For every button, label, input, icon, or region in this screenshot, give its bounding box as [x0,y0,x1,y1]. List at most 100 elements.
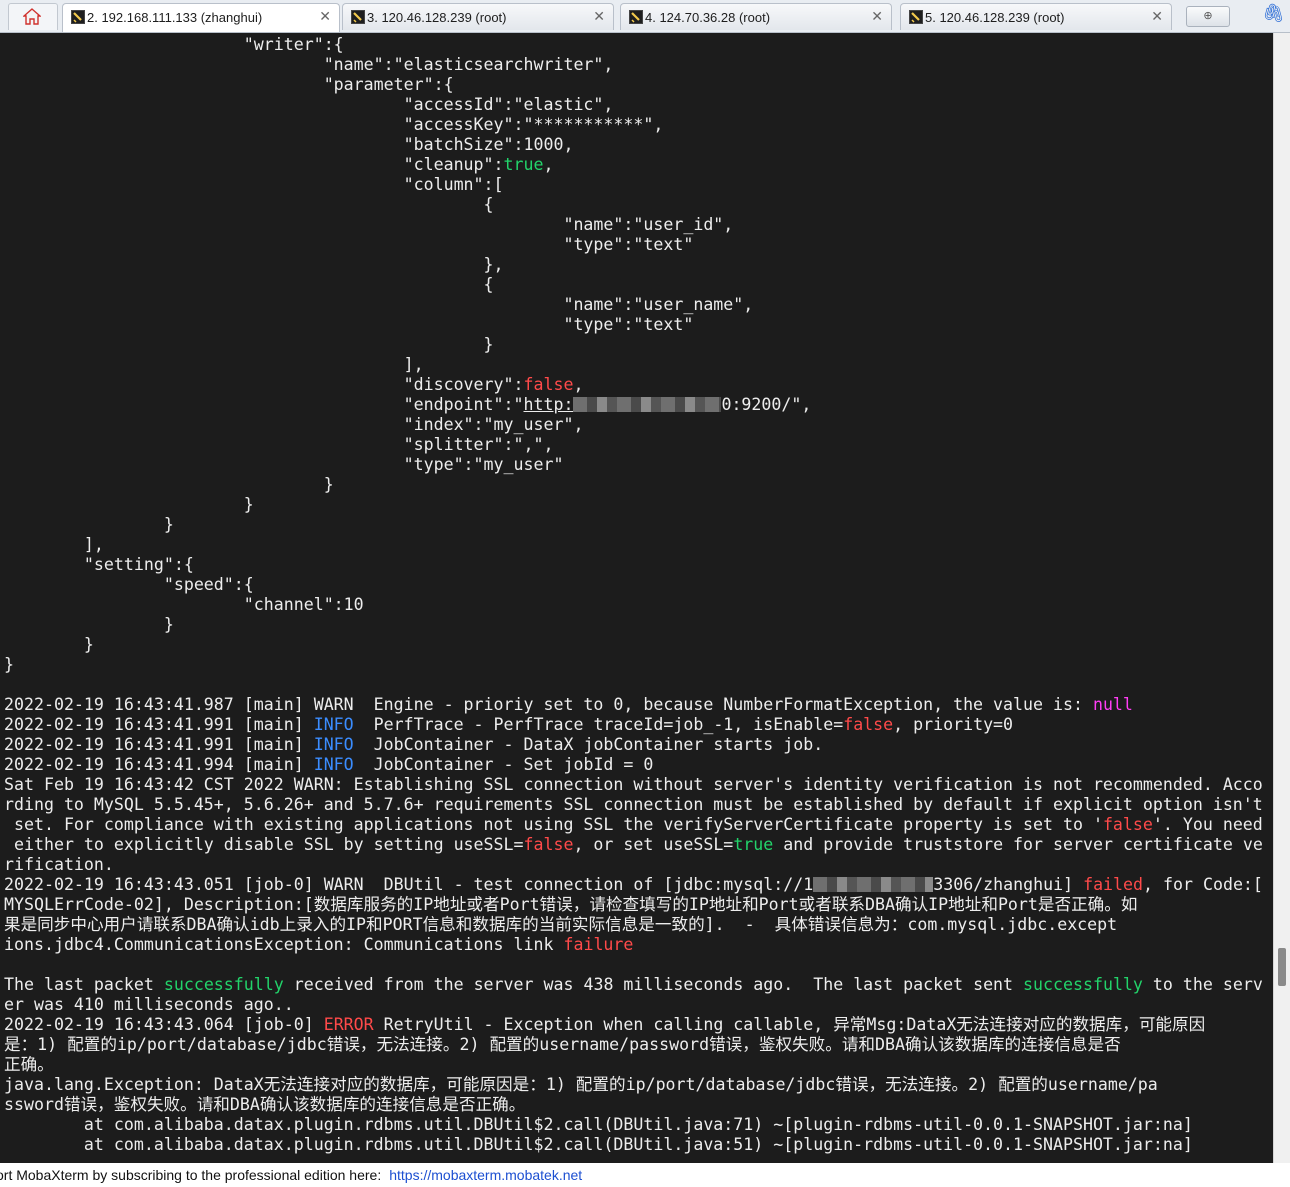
terminal-line: 正确。 [4,1055,1263,1075]
terminal-line: "column":[ [4,175,1263,195]
terminal-line: } [4,335,1263,355]
terminal-text: , [543,155,554,174]
terminal-line: 2022-02-19 16:43:41.991 [main] INFO JobC… [4,735,1263,755]
terminal-text: "parameter":{ [4,75,454,94]
terminal-text: } [4,475,334,494]
terminal-line: set. For compliance with existing applic… [4,815,1263,835]
close-icon[interactable]: ✕ [871,8,883,25]
terminal-text: } [4,335,494,354]
session-tab-5[interactable]: 5. 120.46.128.239 (root) ✕ [900,3,1172,30]
paperclip-icon[interactable]: 🖇 [1262,3,1285,24]
terminal-text: java.lang.Exception: DataX无法连接对应的数据库，可能原… [4,1075,1158,1094]
terminal-text: 2022-02-19 16:43:43.064 [job-0] [4,1015,324,1034]
vertical-scrollbar[interactable] [1273,33,1290,1163]
close-icon[interactable]: ✕ [593,8,605,25]
terminal-text: INFO [313,715,354,734]
terminal-line: "name":"elasticsearchwriter", [4,55,1263,75]
terminal-text: "type":"text" [4,315,694,334]
home-icon [23,8,41,25]
terminal-text: "name":"user_name", [4,295,754,314]
terminal-text: ions.jdbc4.CommunicationsException: Comm… [4,935,564,954]
terminal-text: 2022-02-19 16:43:41.991 [main] [4,735,314,754]
ssh-terminal-icon [629,10,643,24]
terminal-line: java.lang.Exception: DataX无法连接对应的数据库，可能原… [4,1075,1263,1095]
terminal-line: "index":"my_user", [4,415,1263,435]
new-tab-button[interactable]: ⊕ [1186,6,1230,27]
terminal-text: "splitter":",", [4,435,554,454]
terminal-line: "cleanup":true, [4,155,1263,175]
terminal-line: 2022-02-19 16:43:43.064 [job-0] ERROR Re… [4,1015,1263,1035]
terminal-text: "cleanup": [4,155,504,174]
terminal-text: http: [523,395,574,414]
terminal-text: , for Code:[ [1143,875,1263,894]
close-icon[interactable]: ✕ [1151,8,1163,25]
redacted-ip [813,877,934,892]
terminal-line: MYSQLErrCode-02], Description:[数据库服务的IP地… [4,895,1263,915]
terminal-line: "name":"user_name", [4,295,1263,315]
terminal-line: ions.jdbc4.CommunicationsException: Comm… [4,935,1263,955]
terminal-line: } [4,475,1263,495]
terminal-text: } [4,655,14,674]
terminal-text: } [4,635,94,654]
terminal-line: } [4,655,1263,675]
terminal-text: JobContainer - DataX jobContainer starts… [353,735,824,754]
terminal-line: { [4,275,1263,295]
terminal-text: "accessKey":"***********", [4,115,664,134]
terminal-line: "accessId":"elastic", [4,95,1263,115]
terminal-line: 2022-02-19 16:43:41.987 [main] WARN Engi… [4,695,1263,715]
terminal-line: 2022-02-19 16:43:43.051 [job-0] WARN DBU… [4,875,1263,895]
session-tab-3[interactable]: 3. 120.46.128.239 (root) ✕ [342,3,614,30]
mobaxterm-link[interactable]: https://mobaxterm.mobatek.net [389,1167,582,1183]
terminal-text: PerfTrace - PerfTrace traceId=job_-1, is… [353,715,844,734]
terminal-text: , or set useSSL= [573,835,734,854]
terminal-output[interactable]: "writer":{ "name":"elasticsearchwriter",… [0,33,1273,1163]
terminal-text: "type":"text" [4,235,694,254]
close-icon[interactable]: ✕ [319,8,331,25]
terminal-line: 2022-02-19 16:43:41.991 [main] INFO Perf… [4,715,1263,735]
terminal-text: "index":"my_user", [4,415,584,434]
terminal-text: "accessId":"elastic", [4,95,614,114]
terminal-text: { [4,275,494,294]
terminal-text: } [4,615,174,634]
terminal-text: ], [4,355,424,374]
terminal-text: er was 410 milliseconds ago.. [4,995,294,1014]
terminal-line: er was 410 milliseconds ago.. [4,995,1263,1015]
redacted-ip [573,397,722,412]
terminal-text: , priority=0 [893,715,1014,734]
terminal-text: Sat Feb 19 16:43:42 CST 2022 WARN: Estab… [4,775,1263,794]
home-tab[interactable] [8,3,58,30]
terminal-text: either to explicitly disable SSL by sett… [4,835,524,854]
terminal-line: ssword错误，鉴权失败。请和DBA确认该数据库的连接信息是否正确。 [4,1095,1263,1115]
scrollbar-thumb[interactable] [1278,948,1286,986]
terminal-line: rification. [4,855,1263,875]
terminal-text: "writer":{ [4,35,344,54]
terminal-text: "endpoint":" [4,395,524,414]
terminal-text: false [523,835,574,854]
terminal-line: at com.alibaba.datax.plugin.rdbms.util.D… [4,1115,1263,1135]
tab-label: 4. 124.70.36.28 (root) [645,10,771,25]
session-tab-bar: 2. 192.168.111.133 (zhanghui) ✕ 3. 120.46.… [0,0,1290,33]
terminal-text: { [4,195,494,214]
terminal-text: ssword错误，鉴权失败。请和DBA确认该数据库的连接信息是否正确。 [4,1095,526,1114]
terminal-line: "name":"user_id", [4,215,1263,235]
terminal-line: } [4,635,1263,655]
terminal-text: at com.alibaba.datax.plugin.rdbms.util.D… [4,1135,1193,1154]
session-tab-2[interactable]: 2. 192.168.111.133 (zhanghui) ✕ [62,3,340,32]
terminal-text: "column":[ [4,175,504,194]
terminal-text: "discovery": [4,375,524,394]
terminal-text: and provide truststore for server certif… [773,835,1263,854]
tab-label: 5. 120.46.128.239 (root) [925,10,1065,25]
terminal-text: failed [1083,875,1144,894]
terminal-line: rding to MySQL 5.5.45+, 5.6.26+ and 5.7.… [4,795,1263,815]
terminal-line: "type":"text" [4,235,1263,255]
terminal-line: "endpoint":"http: 0:9200/", [4,395,1263,415]
footer-message: ort MobaXterm by subscribing to the prof… [0,1167,382,1183]
ssh-terminal-icon [351,10,365,24]
terminal-line: "parameter":{ [4,75,1263,95]
terminal-line: } [4,495,1263,515]
ssh-terminal-icon [71,10,85,24]
terminal-line: 2022-02-19 16:43:41.994 [main] INFO JobC… [4,755,1263,775]
terminal-text: "speed":{ [4,575,254,594]
session-tab-4[interactable]: 4. 124.70.36.28 (root) ✕ [620,3,892,30]
